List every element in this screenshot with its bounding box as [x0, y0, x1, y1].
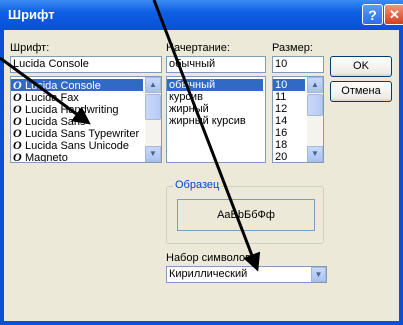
arrow-to-font-list: [0, 56, 91, 125]
font-dialog: Шрифт ? ✕ Шрифт: Lucida Console ▲ ▼ O Luc…: [0, 0, 403, 325]
annotation-arrows: [0, 0, 261, 272]
arrow-to-charset: [152, 0, 261, 272]
